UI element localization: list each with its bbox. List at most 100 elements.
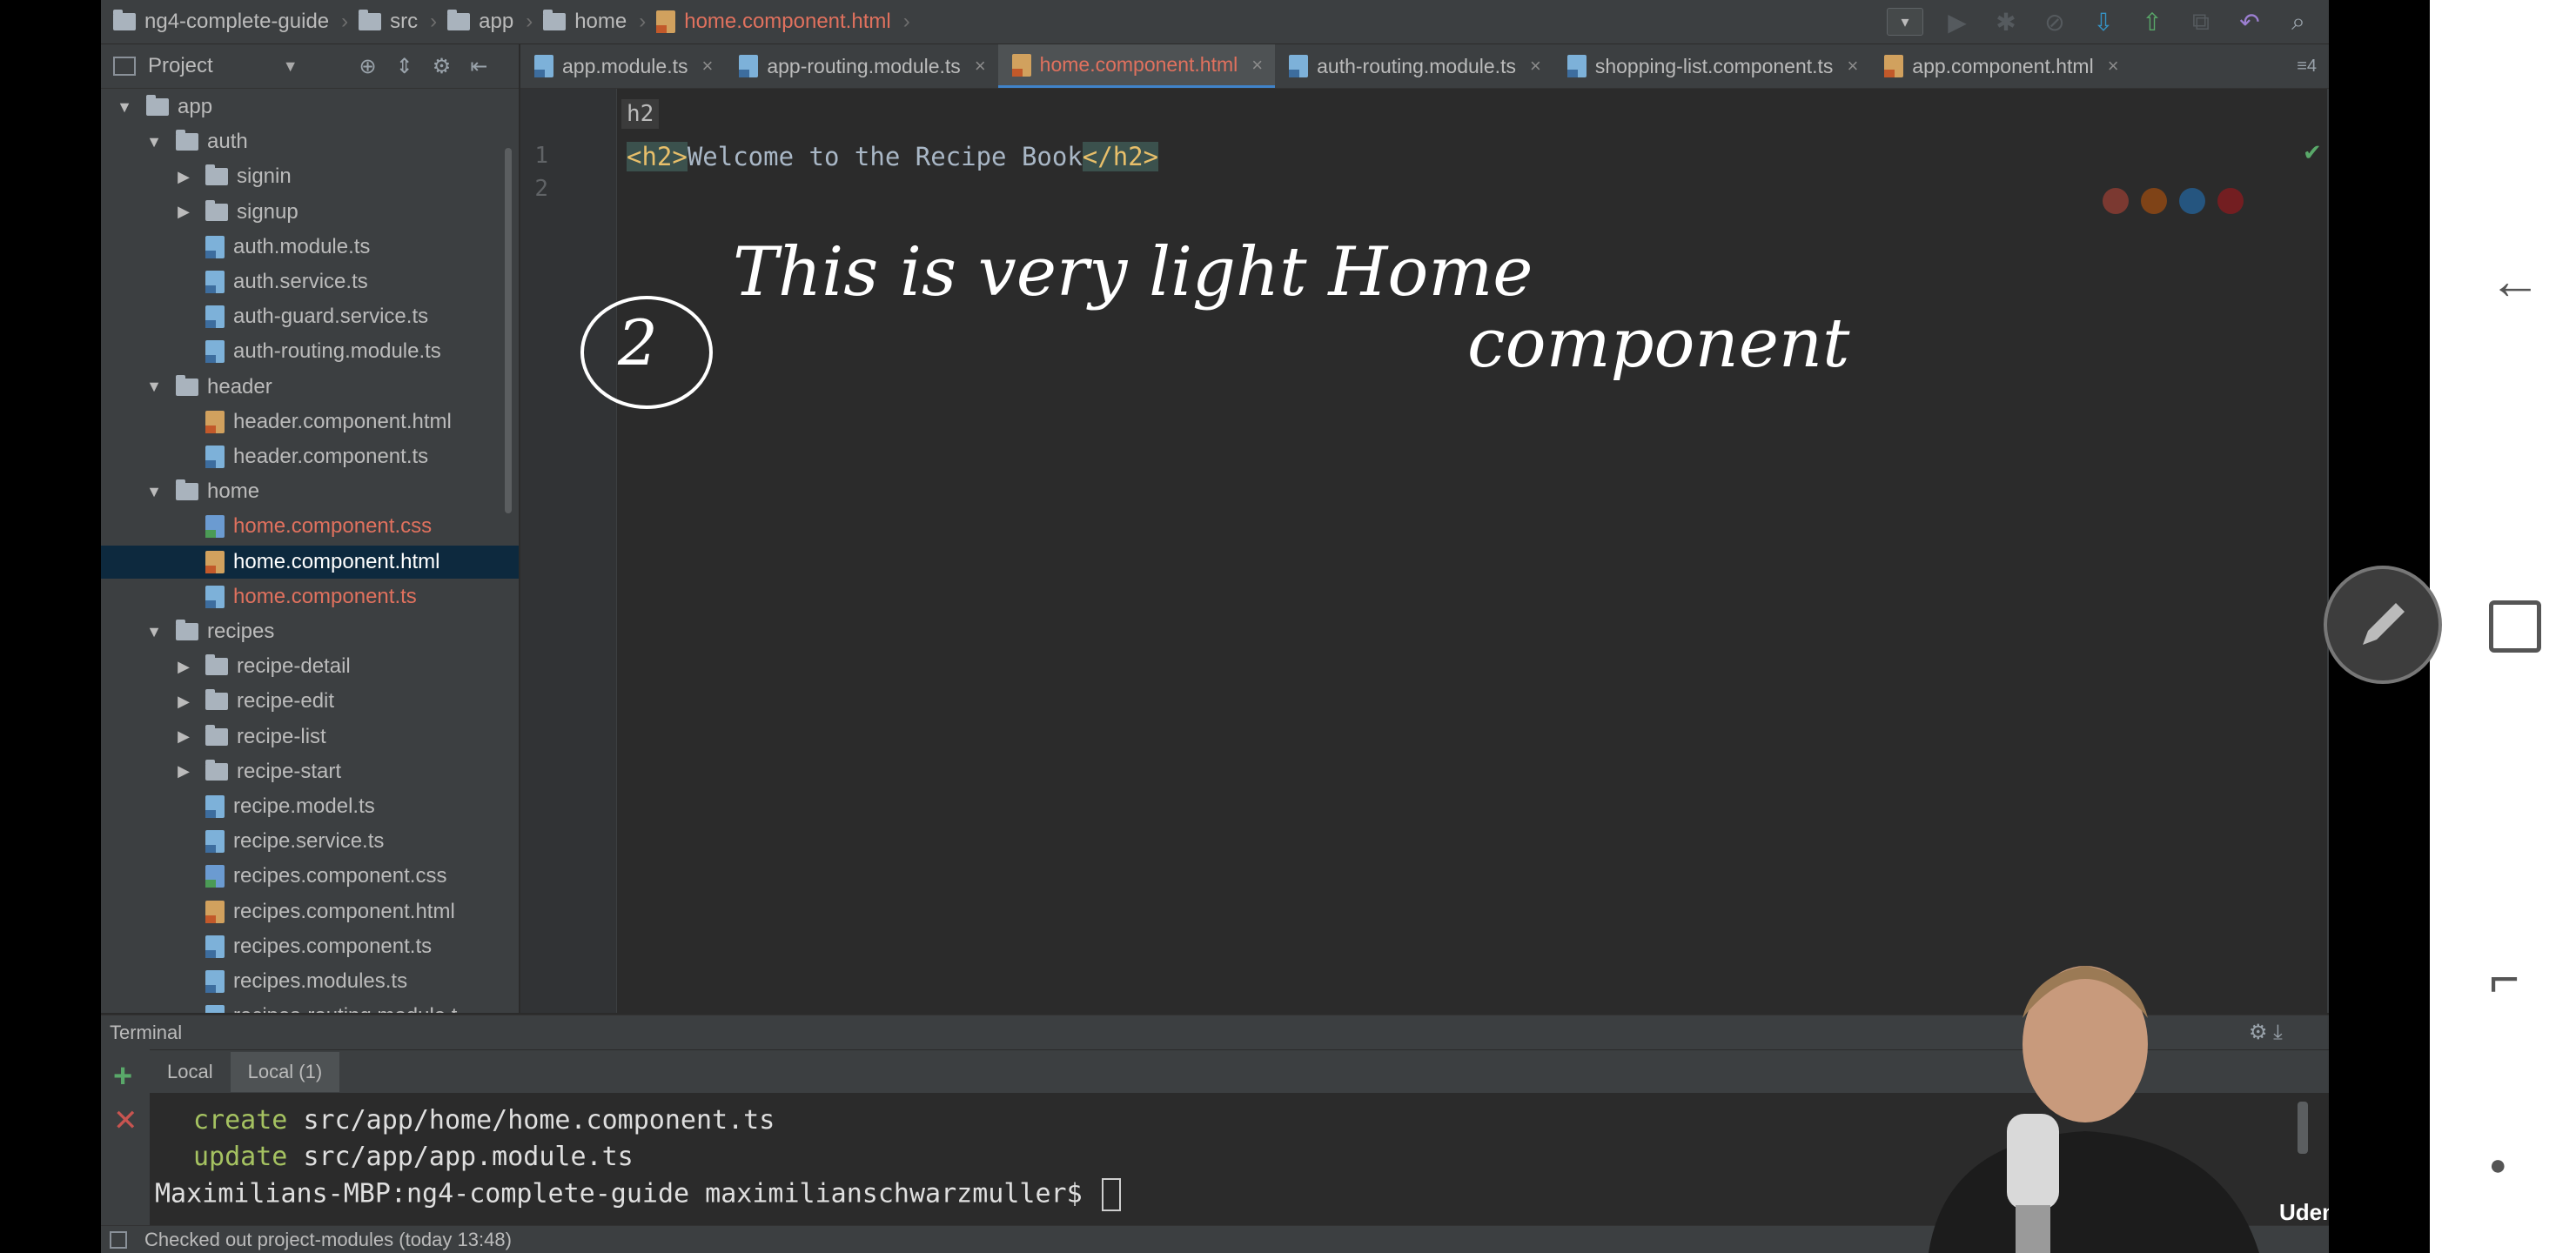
tree-file[interactable]: recipe.model.ts xyxy=(101,790,519,823)
tree-folder[interactable]: ▶ recipe-detail xyxy=(101,650,519,683)
locate-icon[interactable]: ⊕ xyxy=(359,54,377,79)
tree-file[interactable]: header.component.html xyxy=(101,405,519,439)
tree-file[interactable]: recipe.service.ts xyxy=(101,825,519,858)
tree-file[interactable]: auth-routing.module.ts xyxy=(101,335,519,368)
chevron-right-icon[interactable]: ▶ xyxy=(174,203,193,221)
breadcrumb-item[interactable]: home xyxy=(543,10,627,34)
run-icon[interactable]: ▶ xyxy=(1942,7,1972,37)
opera-icon[interactable] xyxy=(2217,188,2244,214)
tree-folder[interactable]: ▶ signin xyxy=(101,160,519,193)
chevron-down-icon[interactable]: ▼ xyxy=(144,623,164,641)
tree-file[interactable]: auth.service.ts xyxy=(101,265,519,298)
home-nav-icon[interactable]: ⌐ xyxy=(2489,948,2519,1008)
tree-folder[interactable]: ▼ app xyxy=(101,90,519,124)
tree-folder[interactable]: ▶ recipe-list xyxy=(101,720,519,754)
html-file-icon xyxy=(205,900,225,923)
tree-file[interactable]: home.component.css xyxy=(101,510,519,543)
terminal-prompt[interactable]: Maximilians-MBP:ng4-complete-guide maxim… xyxy=(155,1178,1121,1211)
stop-icon[interactable]: ⊘ xyxy=(2040,7,2070,37)
tree-file[interactable]: header.component.ts xyxy=(101,440,519,473)
project-panel-header[interactable]: Project ▼ ⊕ ⇕ ⚙ ⇤ xyxy=(101,44,519,89)
editor-tab[interactable]: app.component.html × xyxy=(1870,44,2130,88)
chevron-down-icon[interactable]: ▼ xyxy=(144,483,164,501)
close-icon[interactable]: × xyxy=(701,55,713,77)
terminal-tab-local-1[interactable]: Local (1) xyxy=(230,1052,340,1092)
folder-icon xyxy=(176,130,198,151)
nav-dot-icon[interactable]: ● xyxy=(2489,1149,2507,1183)
tree-file[interactable]: recipes.component.css xyxy=(101,860,519,893)
tree-item-label: recipes-routing.module.t xyxy=(233,1004,457,1013)
code-editor[interactable] xyxy=(618,89,2329,1013)
tree-file[interactable]: recipes.component.ts xyxy=(101,930,519,963)
tree-item-label: recipe-edit xyxy=(237,689,335,714)
code-line-1[interactable]: <h2>Welcome to the Recipe Book</h2> xyxy=(627,142,1159,171)
chevron-down-icon[interactable]: ▼ xyxy=(144,378,164,396)
tree-file[interactable]: recipes.component.html xyxy=(101,895,519,928)
tree-folder[interactable]: ▼ auth xyxy=(101,125,519,158)
tree-folder[interactable]: ▶ recipe-edit xyxy=(101,685,519,718)
breadcrumb-item[interactable]: ng4-complete-guide xyxy=(113,10,329,34)
run-config-dropdown[interactable]: ▾ xyxy=(1887,8,1923,36)
vcs-commit-icon[interactable]: ⇧ xyxy=(2137,7,2167,37)
tree-file[interactable]: home.component.ts xyxy=(101,580,519,613)
ts-file-icon xyxy=(534,55,553,77)
tree-folder[interactable]: ▶ signup xyxy=(101,196,519,229)
recents-icon[interactable] xyxy=(2489,600,2541,653)
breadcrumb-item[interactable]: app xyxy=(447,10,513,34)
close-icon[interactable]: × xyxy=(1530,55,1541,77)
collapse-icon[interactable]: ⇕ xyxy=(396,54,413,79)
close-icon[interactable]: × xyxy=(2108,55,2119,77)
tree-folder[interactable]: ▼ recipes xyxy=(101,615,519,648)
chevron-right-icon[interactable]: ▶ xyxy=(174,658,193,676)
tree-item-label: auth.service.ts xyxy=(233,270,368,293)
editor-tab[interactable]: auth-routing.module.ts × xyxy=(1275,44,1553,88)
tree-file[interactable]: recipes-routing.module.t xyxy=(101,1000,519,1013)
tree-folder[interactable]: ▼ header xyxy=(101,371,519,404)
tree-item-label: recipes.modules.ts xyxy=(233,969,408,993)
vcs-update-icon[interactable]: ⇩ xyxy=(2089,7,2118,37)
breadcrumb-item[interactable]: src xyxy=(359,10,418,34)
new-terminal-icon[interactable]: + xyxy=(113,1058,132,1096)
close-icon[interactable]: × xyxy=(1847,55,1858,77)
ts-file-icon xyxy=(205,935,225,958)
chrome-icon[interactable] xyxy=(2103,188,2129,214)
pen-tool-button[interactable] xyxy=(2324,566,2442,684)
safari-icon[interactable] xyxy=(2179,188,2205,214)
chevron-right-icon[interactable]: ▶ xyxy=(174,693,193,711)
tabs-overflow[interactable]: ≡4 xyxy=(2297,57,2329,77)
chevron-down-icon[interactable]: ▼ xyxy=(144,133,164,151)
hide-panel-icon[interactable]: ⇤ xyxy=(470,54,487,79)
debug-icon[interactable]: ✱ xyxy=(1991,7,2021,37)
tree-folder[interactable]: ▶ recipe-start xyxy=(101,755,519,788)
editor-tab[interactable]: shopping-list.component.ts × xyxy=(1553,44,1870,88)
html-file-icon xyxy=(205,550,225,573)
chevron-right-icon[interactable]: ▶ xyxy=(174,727,193,746)
chevron-down-icon[interactable]: ▼ xyxy=(115,98,134,117)
tree-file[interactable]: auth.module.ts xyxy=(101,231,519,264)
vcs-compare-icon[interactable]: ⧉ xyxy=(2186,7,2216,37)
editor-tag-breadcrumb[interactable]: h2 xyxy=(621,99,660,129)
close-terminal-icon[interactable]: ✕ xyxy=(113,1103,138,1138)
editor-tab[interactable]: home.component.html × xyxy=(997,44,1276,88)
tree-folder[interactable]: ▼ home xyxy=(101,475,519,508)
close-icon[interactable]: × xyxy=(1251,54,1263,77)
firefox-icon[interactable] xyxy=(2141,188,2167,214)
close-icon[interactable]: × xyxy=(975,55,986,77)
search-icon[interactable]: ⌕ xyxy=(2284,7,2313,37)
tool-windows-icon[interactable] xyxy=(110,1231,127,1249)
chevron-right-icon[interactable]: ▶ xyxy=(174,762,193,781)
breadcrumb-item[interactable]: home.component.html xyxy=(656,10,891,34)
chevron-down-icon[interactable]: ▼ xyxy=(283,57,299,76)
tree-file[interactable]: recipes.modules.ts xyxy=(101,965,519,998)
editor-tab[interactable]: app-routing.module.ts × xyxy=(725,44,997,88)
back-icon[interactable]: ← xyxy=(2489,251,2541,311)
terminal-tab-local[interactable]: Local xyxy=(150,1052,231,1092)
chevron-right-icon[interactable]: ▶ xyxy=(174,168,193,186)
line-number: 2 xyxy=(534,176,548,202)
tree-file[interactable]: auth-guard.service.ts xyxy=(101,300,519,333)
tree-file[interactable]: home.component.html xyxy=(101,545,519,579)
html-file-icon xyxy=(1011,53,1031,77)
editor-tab[interactable]: app.module.ts × xyxy=(520,44,725,88)
revert-icon[interactable]: ↶ xyxy=(2235,7,2264,37)
gear-icon[interactable]: ⚙ xyxy=(433,54,452,79)
